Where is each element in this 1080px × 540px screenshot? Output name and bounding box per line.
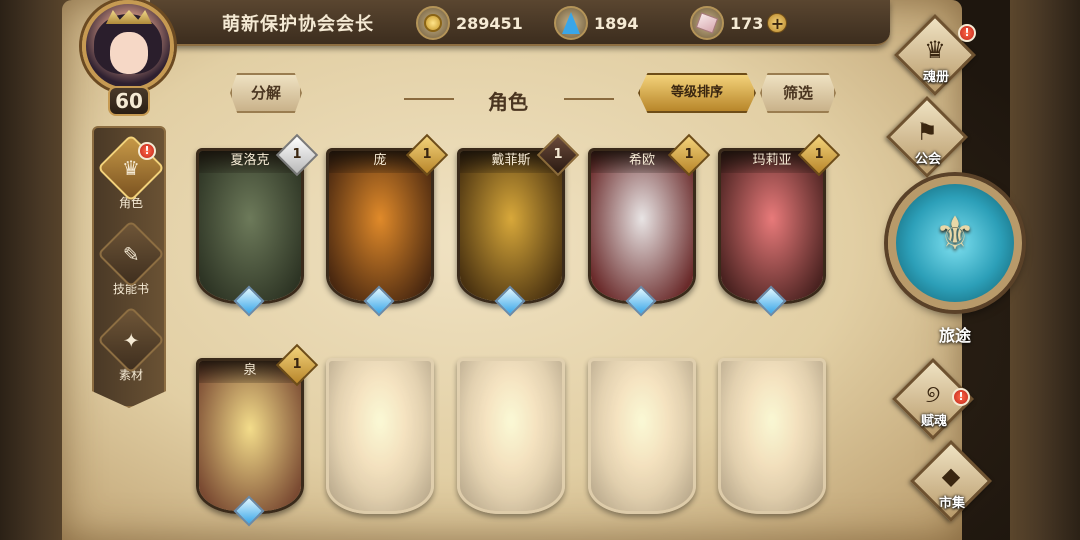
market-button[interactable]: ◆ 市集: [900, 439, 1004, 523]
gold-coin-icon: [416, 6, 450, 40]
hero-card[interactable]: 希欧 1: [588, 133, 711, 317]
gold-amount: 289451: [456, 13, 523, 33]
hero-card[interactable]: 戴菲斯 1: [457, 133, 580, 317]
alert-icon: !: [952, 388, 970, 406]
locked-hero-portrait: [721, 361, 823, 511]
blue-crystal-icon: [554, 6, 588, 40]
level-sort-button[interactable]: 等级排序: [638, 73, 756, 113]
locked-hero-portrait: [460, 361, 562, 511]
page-title: 角色: [488, 90, 528, 114]
title-ornament-left: [404, 98, 454, 100]
journey-label: 旅途: [938, 326, 971, 345]
crystal-resource: 1894: [554, 6, 639, 40]
locked-hero-card[interactable]: [326, 358, 434, 522]
hero-card-frame: 夏洛克: [196, 148, 304, 304]
soul-button[interactable]: ୭ 赋魂 !: [882, 357, 986, 441]
hero-portrait: [329, 151, 431, 301]
album-button[interactable]: ♛ 魂册 !: [884, 13, 988, 97]
materials-icon: ✦: [97, 306, 165, 374]
locked-hero-card[interactable]: [588, 358, 696, 522]
soul-label: 赋魂: [920, 414, 947, 429]
hero-level: 1: [553, 147, 563, 162]
hero-portrait: [199, 361, 301, 511]
hero-card-frame: 希欧: [588, 148, 696, 304]
hero-card[interactable]: 夏洛克 1: [196, 133, 319, 317]
locked-hero-frame: [457, 358, 565, 514]
guild-label: 公会: [914, 152, 941, 167]
alert-icon: !: [958, 24, 976, 42]
hero-card[interactable]: 庞1: [326, 133, 449, 317]
album-icon: ♛: [924, 36, 946, 64]
locked-hero-card[interactable]: [457, 358, 565, 522]
hero-portrait: [591, 151, 693, 301]
title-ornament-right: [564, 98, 614, 100]
hero-level: 1: [814, 147, 824, 162]
guild-button[interactable]: ⚑ 公会: [876, 95, 980, 179]
player-name: 萌新保护协会会长: [222, 14, 374, 35]
player-avatar-frame[interactable]: 60: [64, 0, 192, 122]
hero-card[interactable]: 泉1: [196, 343, 319, 527]
game-screen: 萌新保护协会会长 289451 1894 173 + 60 ♛ 角色 ! ✎ 技…: [0, 0, 1080, 540]
filter-button[interactable]: 筛选: [760, 73, 836, 113]
locked-hero-frame: [326, 358, 434, 514]
journey-icon: ⚜: [934, 206, 976, 260]
hero-card-frame: 玛莉亚: [718, 148, 826, 304]
nav-item-skillbook[interactable]: ✎ 技能书: [94, 220, 166, 304]
locked-hero-frame: [588, 358, 696, 514]
hero-level: 1: [292, 357, 302, 372]
crystal-amount: 1894: [594, 13, 639, 33]
nav-item-character[interactable]: ♛ 角色 !: [94, 134, 166, 218]
album-label: 魂册: [922, 70, 949, 85]
player-level: 60: [108, 86, 150, 116]
hero-portrait: [460, 151, 562, 301]
hero-level: 1: [422, 147, 432, 162]
decompose-button[interactable]: 分解: [230, 73, 302, 113]
hero-card-frame: 泉: [196, 358, 304, 514]
nav-item-materials[interactable]: ✦ 素材: [94, 306, 166, 390]
locked-hero-portrait: [329, 361, 431, 511]
left-nav: ♛ 角色 ! ✎ 技能书 ✦ 素材: [92, 126, 166, 408]
hero-card[interactable]: 玛莉亚 1: [718, 133, 841, 317]
avatar[interactable]: [82, 0, 174, 92]
hero-card-frame: 戴菲斯: [457, 148, 565, 304]
market-icon: ◆: [941, 462, 961, 490]
gold-resource: 289451: [416, 6, 523, 40]
market-label: 市集: [938, 496, 965, 511]
locked-hero-portrait: [591, 361, 693, 511]
journey-button[interactable]: ⚜ 旅途: [888, 176, 1022, 348]
skillbook-icon: ✎: [97, 220, 165, 288]
guild-icon: ⚑: [916, 118, 938, 146]
gem-amount: 173: [730, 13, 764, 33]
locked-hero-card[interactable]: [718, 358, 826, 522]
hero-card-frame: 庞: [326, 148, 434, 304]
hero-level: 1: [684, 147, 694, 162]
hero-portrait: [199, 151, 301, 301]
add-gem-button[interactable]: +: [767, 13, 788, 33]
left-frame: [0, 0, 70, 540]
pink-gem-icon: [690, 6, 724, 40]
locked-hero-frame: [718, 358, 826, 514]
character-icon: ♛: [97, 134, 165, 202]
alert-icon: !: [138, 142, 156, 160]
hero-level: 1: [292, 147, 302, 162]
gem-resource: 173 +: [690, 6, 788, 40]
hero-portrait: [721, 151, 823, 301]
